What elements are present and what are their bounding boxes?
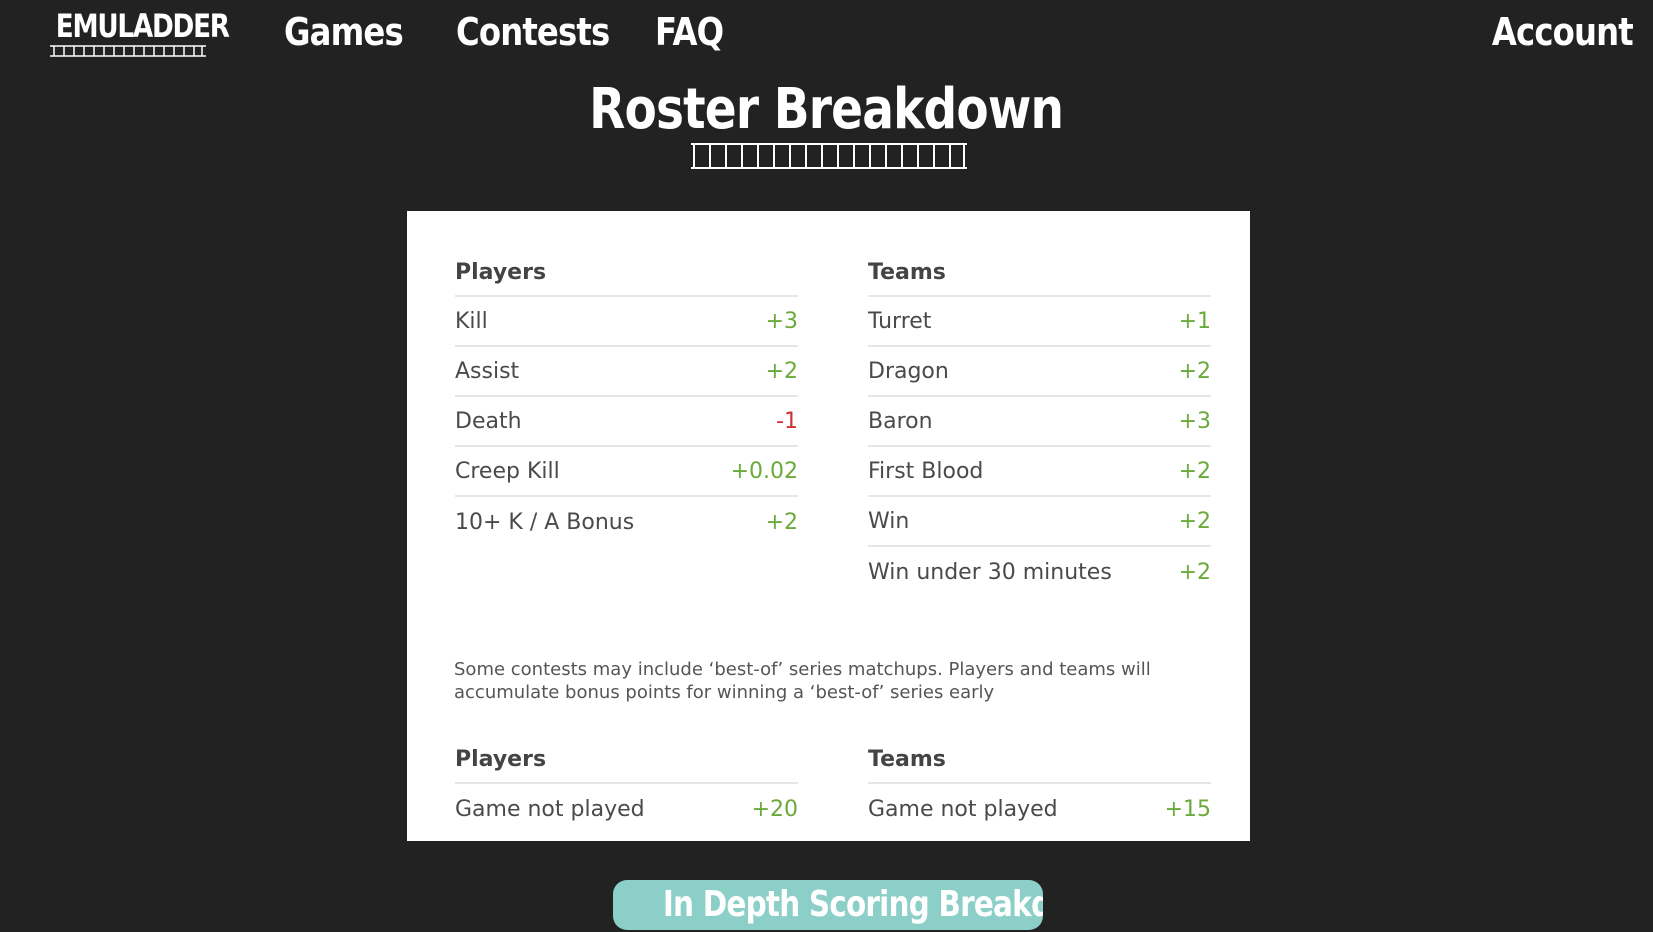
row-label: Dragon bbox=[868, 358, 949, 384]
teams-scoring-table: Teams Turret +1 Dragon +2 Baron +3 First… bbox=[868, 249, 1211, 597]
table-row: 10+ K / A Bonus +2 bbox=[455, 497, 798, 547]
in-depth-scoring-button[interactable]: In Depth Scoring Breakdown bbox=[613, 880, 1043, 930]
row-label: Baron bbox=[868, 408, 933, 434]
row-value: +3 bbox=[1178, 408, 1211, 434]
row-label: Death bbox=[455, 408, 522, 434]
row-value: +2 bbox=[765, 509, 798, 535]
table-row: Game not played +15 bbox=[868, 784, 1211, 834]
nav-contests-link[interactable]: Contests bbox=[456, 10, 610, 54]
row-label: Game not played bbox=[455, 796, 645, 822]
table-row: Win under 30 minutes +2 bbox=[868, 547, 1211, 597]
players-bonus-heading: Players bbox=[455, 736, 798, 784]
row-value: +2 bbox=[1178, 508, 1211, 534]
table-row: First Blood +2 bbox=[868, 447, 1211, 497]
row-value: +15 bbox=[1164, 796, 1211, 822]
teams-bonus-table: Teams Game not played +15 bbox=[868, 736, 1211, 834]
table-row: Baron +3 bbox=[868, 397, 1211, 447]
table-row: Assist +2 bbox=[455, 347, 798, 397]
row-value: +1 bbox=[1178, 308, 1211, 334]
row-label: Kill bbox=[455, 308, 488, 334]
row-value: +2 bbox=[765, 358, 798, 384]
players-heading: Players bbox=[455, 249, 798, 297]
teams-heading: Teams bbox=[868, 249, 1211, 297]
row-label: Win under 30 minutes bbox=[868, 559, 1112, 585]
row-value: +3 bbox=[765, 308, 798, 334]
in-depth-scoring-button-label: In Depth Scoring Breakdown bbox=[662, 884, 1043, 925]
best-of-note: Some contests may include ‘best-of’ seri… bbox=[454, 659, 1151, 703]
row-value: +2 bbox=[1178, 358, 1211, 384]
teams-bonus-heading: Teams bbox=[868, 736, 1211, 784]
row-value: +2 bbox=[1178, 559, 1211, 585]
logo-text: EMULADDER bbox=[55, 7, 230, 45]
row-value: +2 bbox=[1178, 458, 1211, 484]
row-value: +0.02 bbox=[730, 458, 798, 484]
nav-games-link[interactable]: Games bbox=[284, 10, 404, 54]
row-label: Assist bbox=[455, 358, 520, 384]
page-title: Roster Breakdown bbox=[0, 78, 1653, 142]
table-row: Turret +1 bbox=[868, 297, 1211, 347]
row-label: Game not played bbox=[868, 796, 1058, 822]
top-nav: EMULADDER Games Contests FAQ Account bbox=[0, 0, 1653, 70]
table-row: Game not played +20 bbox=[455, 784, 798, 834]
scoring-card: Players Kill +3 Assist +2 Death -1 Creep… bbox=[407, 211, 1250, 841]
row-label: 10+ K / A Bonus bbox=[455, 509, 635, 535]
row-label: Creep Kill bbox=[455, 458, 560, 484]
ladder-icon bbox=[49, 45, 206, 57]
page-title-text: Roster Breakdown bbox=[589, 77, 1065, 142]
title-ladder-icon bbox=[691, 143, 967, 169]
row-label: First Blood bbox=[868, 458, 984, 484]
table-row: Win +2 bbox=[868, 497, 1211, 547]
row-label: Turret bbox=[868, 308, 932, 334]
logo[interactable]: EMULADDER bbox=[40, 7, 230, 58]
players-scoring-table: Players Kill +3 Assist +2 Death -1 Creep… bbox=[455, 249, 798, 547]
row-value: +20 bbox=[751, 796, 798, 822]
row-value: -1 bbox=[776, 408, 798, 434]
nav-faq-link[interactable]: FAQ bbox=[655, 10, 724, 54]
row-label: Win bbox=[868, 508, 910, 534]
table-row: Creep Kill +0.02 bbox=[455, 447, 798, 497]
table-row: Death -1 bbox=[455, 397, 798, 447]
nav-account-link[interactable]: Account bbox=[1492, 10, 1634, 54]
table-row: Kill +3 bbox=[455, 297, 798, 347]
table-row: Dragon +2 bbox=[868, 347, 1211, 397]
players-bonus-table: Players Game not played +20 bbox=[455, 736, 798, 834]
